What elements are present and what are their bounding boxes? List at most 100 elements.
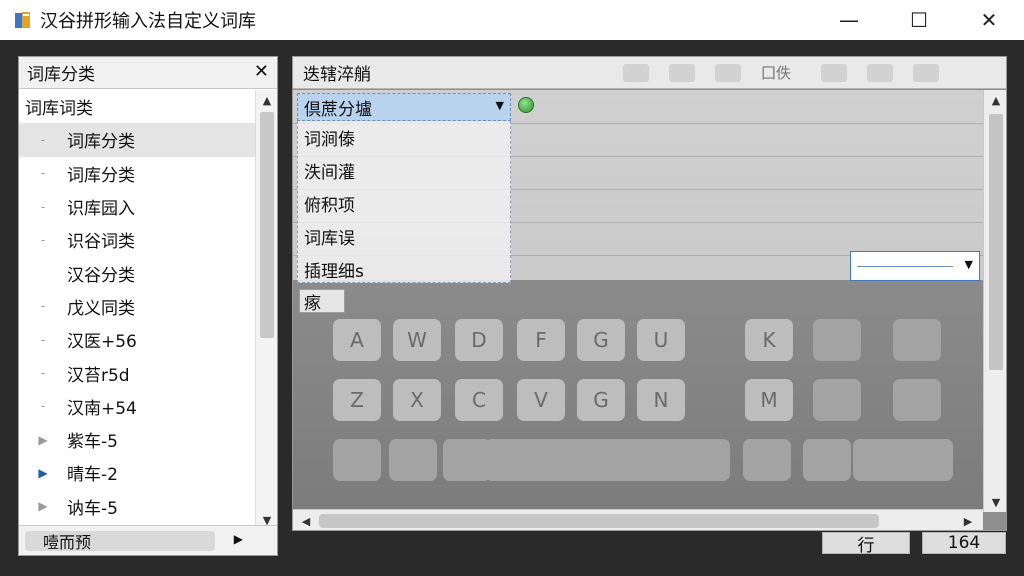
toolbar-ghost-icon[interactable] — [623, 63, 649, 82]
tree-root[interactable]: 词库词类 — [19, 90, 255, 123]
expand-arrow-icon[interactable]: ▶ — [33, 499, 53, 513]
app-book-icon — [12, 9, 34, 31]
scroll-right-arrow-icon[interactable]: ▶ — [234, 532, 243, 546]
tree-branch-icon: - — [40, 232, 46, 247]
keyboard-key: G — [577, 319, 625, 361]
tree-item[interactable]: - 词库分类 — [19, 123, 255, 157]
entry-horizontal-scrollbar[interactable]: ◀ ▶ — [293, 509, 983, 530]
tree-item[interactable]: 汉谷分类 — [19, 256, 255, 289]
category-panel-title: 词库分类 — [27, 65, 95, 85]
confirm-icon[interactable] — [518, 97, 534, 113]
keyboard-key: C — [455, 379, 503, 421]
keyboard-key: X — [393, 379, 441, 421]
dropdown-item[interactable]: 词涧傣 — [298, 121, 510, 154]
tree-item-label: 词库分类 — [67, 165, 135, 186]
tree-branch-icon: - — [40, 132, 46, 147]
scroll-up-arrow-icon[interactable]: ▲ — [256, 90, 278, 110]
toolbar-ghost-icon[interactable] — [821, 63, 848, 82]
tree-item-label: 戊义同类 — [67, 298, 135, 319]
tree-item[interactable]: - 戊义同类 — [19, 290, 255, 323]
keyboard-key — [485, 439, 730, 481]
category-dropdown-list: 词涧傣 泆间灌 俯积项 词库误 插理细s — [297, 121, 511, 283]
chevron-down-icon[interactable]: ▼ — [965, 258, 973, 271]
status-left-text: 行 — [857, 535, 875, 556]
entry-vertical-scrollbar[interactable]: ▲ ▼ — [983, 90, 1006, 512]
keyboard-key: G — [577, 379, 625, 421]
keyboard-key: W — [393, 319, 441, 361]
tree-item-label: 紫车-5 — [67, 432, 118, 453]
keyboard-key: M — [745, 379, 793, 421]
keyboard-key — [333, 439, 381, 481]
keyboard-key: Z — [333, 379, 381, 421]
minimize-button[interactable]: — — [814, 0, 884, 40]
tree-branch-icon: - — [40, 299, 46, 314]
keyboard-key — [803, 439, 851, 481]
toolbar-ghost-icon[interactable] — [913, 63, 940, 82]
tree-item[interactable]: - 汉苔r5d — [19, 356, 255, 389]
value-combo[interactable]: ▼ — [850, 251, 980, 281]
tree-branch-icon: - — [40, 399, 46, 414]
tree-item[interactable]: - 识谷词类 — [19, 223, 255, 256]
scroll-left-arrow-icon[interactable]: ◀ — [295, 511, 317, 530]
tree-branch-icon: - — [40, 199, 46, 214]
category-panel: 词库分类 ✕ 词库词类 - 词库分类 - 词库分类 - 识库园入 - 识谷词类汉谷分类 - 戊义同… — [18, 56, 278, 556]
entry-panel-title: 迭辖淬艄 — [303, 65, 371, 85]
horizontal-scroll-thumb[interactable]: 噎而预 — [25, 531, 215, 552]
tree-item[interactable]: ▶ 晴车-2 — [19, 456, 255, 489]
tree-item[interactable]: ▶ 讷车-5 — [19, 490, 255, 522]
keyboard-key — [813, 319, 861, 361]
expand-arrow-icon[interactable]: ▶ — [33, 433, 53, 447]
tree-item[interactable]: - 词库分类 — [19, 157, 255, 190]
small-button-label: 瘃 — [304, 293, 321, 314]
scroll-right-arrow-icon[interactable]: ▶ — [957, 511, 979, 530]
status-right-text: 164 — [947, 533, 981, 553]
category-combo[interactable]: 倶蔗分壚 ▼ — [297, 93, 511, 121]
close-button[interactable]: ✕ — [954, 0, 1024, 40]
window-title: 汉谷拼形输入法自定义词库 — [40, 11, 256, 32]
keyboard-key — [853, 439, 953, 481]
tree-item[interactable]: ▶ 紫车-5 — [19, 423, 255, 456]
toolbar-ghost-icon[interactable] — [715, 63, 741, 82]
tree-item-label: 识谷词类 — [67, 232, 135, 253]
footer-text: 噎而预 — [43, 533, 92, 552]
maximize-button[interactable]: ☐ — [884, 0, 954, 40]
tree-item[interactable]: - 汉医+56 — [19, 323, 255, 356]
scroll-thumb[interactable] — [260, 112, 274, 338]
toolbar-label[interactable]: 囗佚 — [761, 62, 791, 83]
scroll-thumb[interactable] — [989, 114, 1003, 370]
tree-item[interactable]: - 汉南+54 — [19, 390, 255, 423]
dropdown-item[interactable]: 俯积项 — [298, 187, 510, 220]
dropdown-item[interactable]: 插理细s — [298, 253, 510, 286]
category-panel-header: 词库分类 ✕ — [19, 57, 277, 89]
toolbar-ghost-icon[interactable] — [867, 63, 894, 82]
tree-item-label: 词库分类 — [67, 132, 135, 153]
category-vertical-scrollbar[interactable]: ▲ ▼ — [255, 90, 277, 530]
tree-branch-icon: - — [40, 366, 46, 381]
status-count: 164 — [922, 532, 1006, 554]
close-panel-icon[interactable]: ✕ — [254, 61, 269, 82]
scroll-up-arrow-icon[interactable]: ▲ — [984, 90, 1006, 110]
scroll-down-arrow-icon[interactable]: ▼ — [984, 492, 1006, 512]
keyboard-key — [893, 379, 941, 421]
tree-item[interactable]: - 识库园入 — [19, 190, 255, 223]
keyboard-key — [389, 439, 437, 481]
small-button[interactable]: 瘃 — [299, 289, 345, 314]
category-tree: 词库词类 - 词库分类 - 词库分类 - 识库园入 - 识谷词类汉谷分类 - 戊义同类 - 汉医+56… — [19, 90, 255, 522]
keyboard-key: D — [455, 319, 503, 361]
tree-item-label: 汉南+54 — [67, 398, 137, 419]
keyboard-key — [443, 439, 491, 481]
tree-item-label: 晴车-2 — [67, 465, 118, 486]
keyboard-key: K — [745, 319, 793, 361]
tree-item-label: 识库园入 — [67, 199, 135, 220]
chevron-down-icon[interactable]: ▼ — [496, 99, 504, 112]
horizontal-scroll-thumb[interactable] — [319, 514, 879, 528]
dropdown-item[interactable]: 词库误 — [298, 220, 510, 253]
keyboard-key: U — [637, 319, 685, 361]
toolbar-ghost-icon[interactable] — [669, 63, 695, 82]
expand-arrow-icon[interactable]: ▶ — [33, 466, 53, 480]
dropdown-item[interactable]: 泆间灌 — [298, 154, 510, 187]
category-horizontal-scrollbar[interactable]: 噎而预 ▶ — [19, 525, 277, 555]
tree-branch-icon: - — [40, 166, 46, 181]
keyboard-key — [813, 379, 861, 421]
keyboard-key — [893, 319, 941, 361]
